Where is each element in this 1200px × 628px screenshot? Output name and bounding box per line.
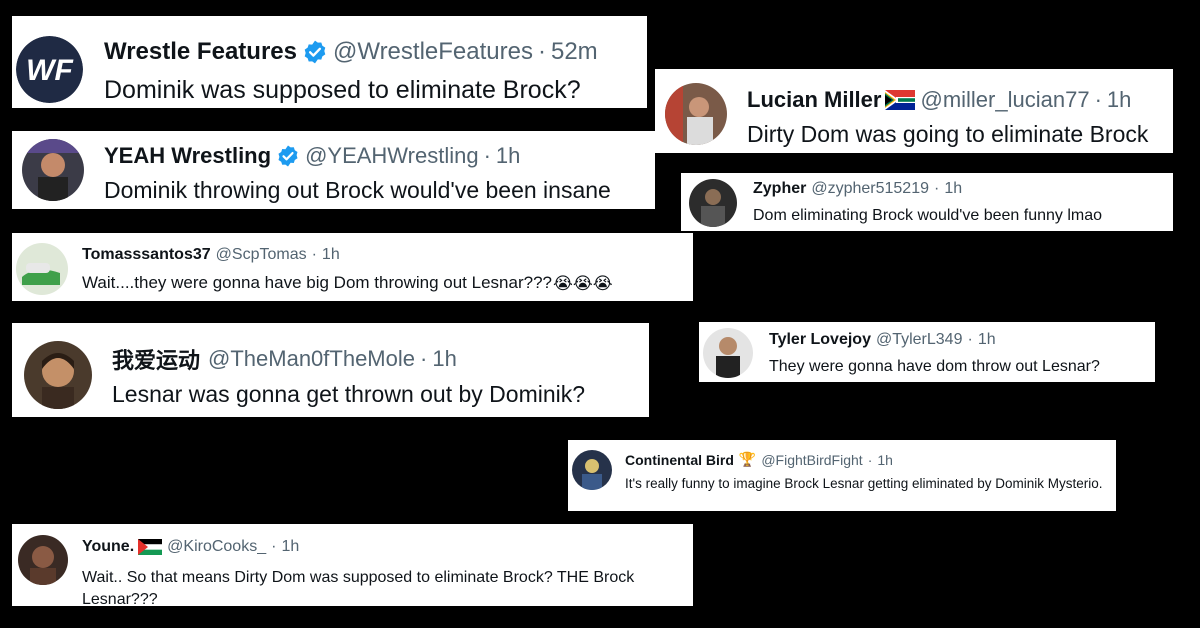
tweet-header: YEAH Wrestling @YEAHWrestling · 1h [104, 143, 520, 169]
tweet-text-line: Wait....they were gonna have big Dom thr… [82, 273, 613, 294]
tweet-header: Tomasssantos37 @ScpTomas · 1h [82, 246, 340, 264]
display-name[interactable]: Youne. [82, 538, 134, 556]
handle[interactable]: @zypher515219 [811, 180, 929, 198]
timestamp[interactable]: 1h [432, 346, 456, 372]
handle[interactable]: @FightBirdFight [761, 452, 862, 468]
separator-dot: · [311, 246, 317, 263]
trophy-icon: 🏆 [738, 451, 757, 467]
separator-dot: · [537, 38, 546, 65]
wf-logo-icon: WF [16, 36, 83, 103]
handle[interactable]: @TylerL349 [876, 331, 963, 349]
tweet-header: Tyler Lovejoy @TylerL349 · 1h [769, 331, 996, 349]
display-name[interactable]: Zypher [753, 180, 806, 198]
tweet-header: Continental Bird 🏆 @FightBirdFight · 1h [625, 451, 893, 468]
tweet-text: Dominik throwing out Brock would've been… [104, 177, 611, 203]
display-name[interactable]: Wrestle Features [104, 38, 297, 66]
tweet-card[interactable]: Zypher @zypher515219 · 1h Dom eliminatin… [681, 173, 1173, 231]
handle[interactable]: @KiroCooks_ [167, 538, 266, 556]
tweet-card[interactable]: Tyler Lovejoy @TylerL349 · 1h They were … [699, 322, 1155, 382]
avatar-photo-icon [572, 450, 612, 490]
timestamp[interactable]: 52m [551, 38, 598, 66]
timestamp[interactable]: 1h [322, 246, 340, 264]
separator-dot: · [934, 180, 940, 197]
avatar-photo-icon [18, 535, 68, 585]
separator-dot: · [271, 538, 277, 555]
tweet-header: Lucian Miller @miller_lucian77 · 1h [747, 87, 1131, 113]
tweet-text: Lesnar was gonna get thrown out by Domin… [112, 381, 586, 407]
tweet-card[interactable]: YEAH Wrestling @YEAHWrestling · 1h Domin… [12, 131, 655, 209]
avatar[interactable] [16, 243, 68, 295]
separator-dot: · [1094, 87, 1102, 112]
tweet-card[interactable]: Continental Bird 🏆 @FightBirdFight · 1h … [568, 440, 1116, 511]
avatar[interactable] [18, 535, 68, 585]
avatar-photo-icon [689, 179, 737, 227]
tweet-card[interactable]: Youne. @KiroCooks_ · 1h Wait.. So that m… [12, 524, 693, 606]
tweet-header: 我爱运动 @TheMan0fTheMole · 1h [112, 343, 457, 375]
separator-dot: · [867, 451, 873, 468]
avatar-photo-icon [16, 243, 68, 295]
timestamp[interactable]: 1h [496, 143, 520, 169]
tweet-text: Dominik was supposed to eliminate Brock? [104, 76, 581, 104]
timestamp[interactable]: 1h [944, 180, 962, 198]
tweet-text: They were gonna have dom throw out Lesna… [769, 358, 1100, 375]
tweet-text: Wait.. So that means Dirty Dom was suppo… [82, 569, 635, 606]
avatar[interactable] [22, 139, 84, 201]
crying-emoji-icon: 😭😭😭 [552, 273, 613, 293]
display-name[interactable]: Continental Bird [625, 452, 734, 468]
tweet-header: Wrestle Features @WrestleFeatures · 52m [104, 38, 598, 66]
avatar-photo-icon [665, 83, 727, 145]
verified-badge-icon [304, 40, 326, 64]
timestamp[interactable]: 1h [978, 331, 996, 349]
display-name[interactable]: Tyler Lovejoy [769, 331, 871, 349]
tweet-text: It's really funny to imagine Brock Lesna… [625, 476, 1103, 491]
handle[interactable]: @WrestleFeatures [333, 38, 533, 66]
tweet-header: Zypher @zypher515219 · 1h [753, 180, 962, 198]
handle[interactable]: @ScpTomas [216, 246, 307, 264]
handle[interactable]: @YEAHWrestling [305, 143, 479, 169]
timestamp[interactable]: 1h [1107, 87, 1131, 113]
separator-dot: · [483, 143, 491, 168]
avatar[interactable] [665, 83, 727, 145]
avatar-photo-icon [703, 328, 753, 378]
display-name[interactable]: Tomasssantos37 [82, 246, 211, 264]
avatar[interactable] [572, 450, 612, 490]
avatar[interactable]: WF [16, 36, 83, 103]
tweet-text: Wait....they were gonna have big Dom thr… [82, 273, 552, 292]
avatar-photo-icon [24, 341, 92, 409]
handle[interactable]: @TheMan0fTheMole [208, 346, 415, 372]
avatar[interactable] [24, 341, 92, 409]
handle[interactable]: @miller_lucian77 [920, 87, 1089, 113]
verified-badge-icon [278, 145, 298, 167]
separator-dot: · [420, 346, 428, 371]
avatar-photo-icon [22, 139, 84, 201]
timestamp[interactable]: 1h [281, 538, 299, 556]
avatar-logo-text: WF [26, 54, 73, 87]
display-name[interactable]: 我爱运动 [112, 343, 200, 375]
timestamp[interactable]: 1h [877, 452, 893, 468]
avatar[interactable] [703, 328, 753, 378]
separator-dot: · [967, 331, 973, 348]
tweet-header: Youne. @KiroCooks_ · 1h [82, 538, 299, 556]
tweet-text: Dirty Dom was going to eliminate Brock [747, 121, 1149, 147]
tweet-card[interactable]: WF Wrestle Features @WrestleFeatures · 5… [12, 16, 647, 108]
south-africa-flag-icon [885, 90, 916, 110]
display-name[interactable]: YEAH Wrestling [104, 143, 271, 169]
tweet-card[interactable]: Tomasssantos37 @ScpTomas · 1h Wait....th… [12, 233, 693, 301]
avatar[interactable] [689, 179, 737, 227]
display-name[interactable]: Lucian Miller [747, 87, 881, 113]
tweet-text: Dom eliminating Brock would've been funn… [753, 207, 1103, 224]
tweet-card[interactable]: 我爱运动 @TheMan0fTheMole · 1h Lesnar was go… [12, 323, 649, 417]
palestine-flag-icon [138, 539, 163, 555]
tweet-card[interactable]: Lucian Miller @miller_lucian77 · 1h Dirt… [655, 69, 1173, 153]
